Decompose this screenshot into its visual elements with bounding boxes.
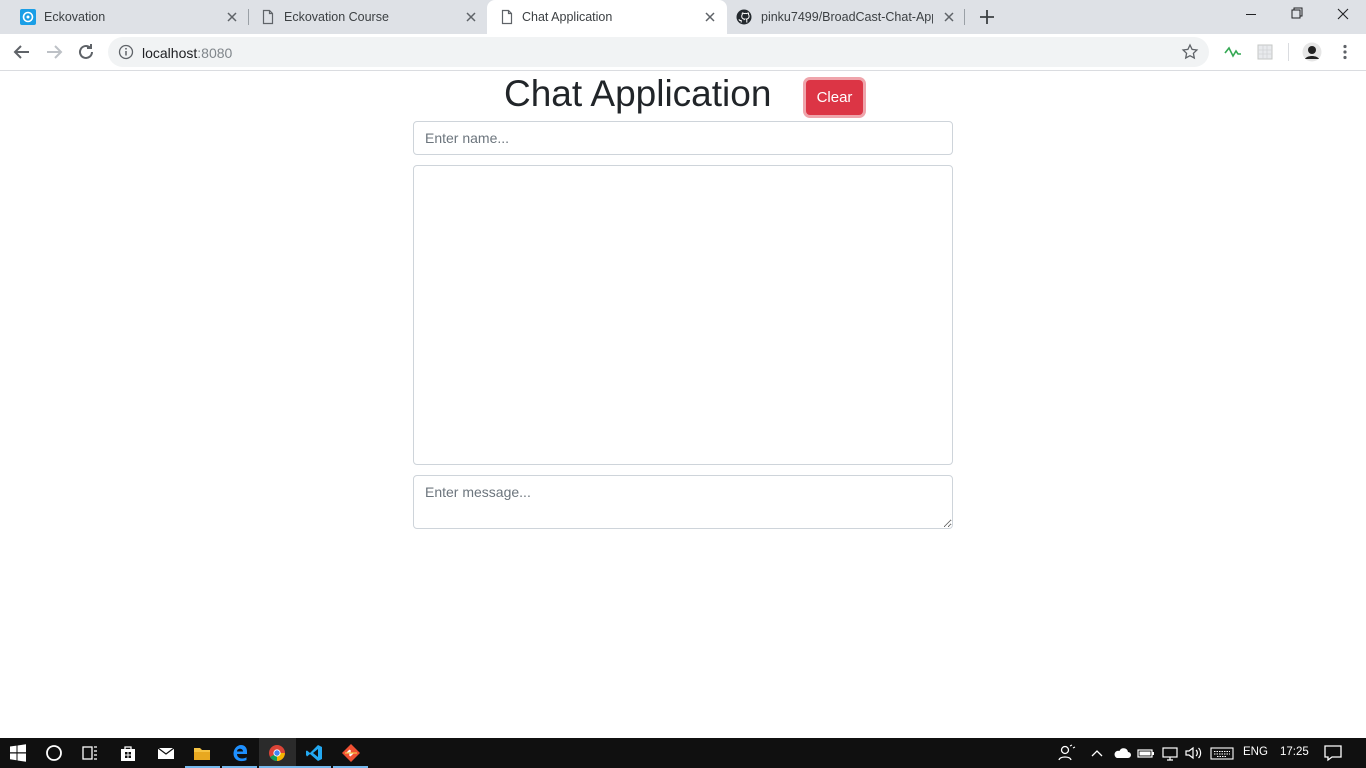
store-bag-icon[interactable]: [118, 743, 138, 763]
minimize-icon[interactable]: [1228, 0, 1274, 30]
tab-title: pinku7499/BroadCast-Chat-Appl: [761, 10, 933, 24]
action-center-icon[interactable]: [1323, 743, 1343, 763]
browser-toolbar: localhost:8080: [0, 34, 1366, 71]
profile-avatar-icon[interactable]: [1302, 42, 1322, 62]
chrome-icon[interactable]: [267, 743, 287, 763]
messages-panel: [413, 165, 953, 465]
language-indicator[interactable]: ENG: [1243, 746, 1268, 758]
onedrive-cloud-icon[interactable]: [1112, 743, 1132, 763]
close-icon[interactable]: [702, 9, 718, 25]
task-view-icon[interactable]: [80, 743, 100, 763]
close-window-icon[interactable]: [1320, 0, 1366, 30]
tab-title: Eckovation: [44, 10, 106, 24]
tab-strip: Eckovation Eckovation Course Chat Applic…: [0, 0, 1366, 34]
network-icon[interactable]: [1160, 743, 1180, 763]
page-title: Chat Application: [504, 73, 772, 114]
document-icon: [501, 9, 513, 25]
file-explorer-icon[interactable]: [192, 743, 212, 763]
tab-title: Eckovation Course: [284, 10, 389, 24]
battery-icon[interactable]: [1136, 743, 1156, 763]
clock-time[interactable]: 17:25: [1280, 746, 1309, 758]
git-bash-icon[interactable]: [341, 743, 361, 763]
vscode-icon[interactable]: [304, 743, 324, 763]
extension-pulse-icon[interactable]: [1224, 43, 1242, 61]
github-icon: [736, 9, 752, 25]
close-icon[interactable]: [224, 9, 240, 25]
restore-icon[interactable]: [1274, 0, 1320, 30]
tab-title: Chat Application: [522, 10, 613, 24]
bookmark-star-icon[interactable]: [1181, 43, 1199, 61]
close-icon[interactable]: [941, 9, 957, 25]
menu-kebab-icon[interactable]: [1336, 43, 1354, 61]
volume-icon[interactable]: [1184, 743, 1204, 763]
tab-eckovation-course[interactable]: Eckovation Course: [240, 0, 488, 34]
windows-taskbar: ENG 17:25: [0, 738, 1366, 768]
new-tab-plus-icon[interactable]: [976, 6, 998, 28]
name-input[interactable]: [413, 121, 953, 155]
address-bar[interactable]: localhost:8080: [108, 37, 1209, 67]
mail-icon[interactable]: [156, 743, 176, 763]
cortana-search-icon[interactable]: [44, 743, 64, 763]
forward-arrow-icon[interactable]: [42, 40, 66, 64]
tab-github[interactable]: pinku7499/BroadCast-Chat-Appl: [727, 0, 967, 34]
toolbar-separator: [1288, 43, 1289, 61]
eckovation-favicon-icon: [20, 9, 36, 25]
message-textarea[interactable]: [413, 475, 953, 529]
edge-browser-icon[interactable]: [230, 743, 250, 763]
people-icon[interactable]: [1058, 743, 1076, 763]
document-icon: [262, 9, 274, 25]
tab-chat-application[interactable]: Chat Application: [487, 0, 727, 34]
keyboard-icon[interactable]: [1210, 743, 1234, 763]
tab-eckovation[interactable]: Eckovation: [0, 0, 248, 34]
extension-grid-icon[interactable]: [1256, 43, 1274, 61]
clear-button[interactable]: Clear: [806, 80, 863, 115]
close-icon[interactable]: [463, 9, 479, 25]
url-text: localhost:8080: [142, 45, 232, 61]
reload-icon[interactable]: [74, 40, 98, 64]
back-arrow-icon[interactable]: [10, 40, 34, 64]
chevron-up-icon[interactable]: [1090, 743, 1104, 763]
url-port: :8080: [197, 45, 233, 61]
info-icon[interactable]: [118, 44, 134, 60]
windows-start-icon[interactable]: [8, 743, 28, 763]
url-host: localhost: [142, 45, 198, 61]
tab-separator: [964, 9, 965, 25]
